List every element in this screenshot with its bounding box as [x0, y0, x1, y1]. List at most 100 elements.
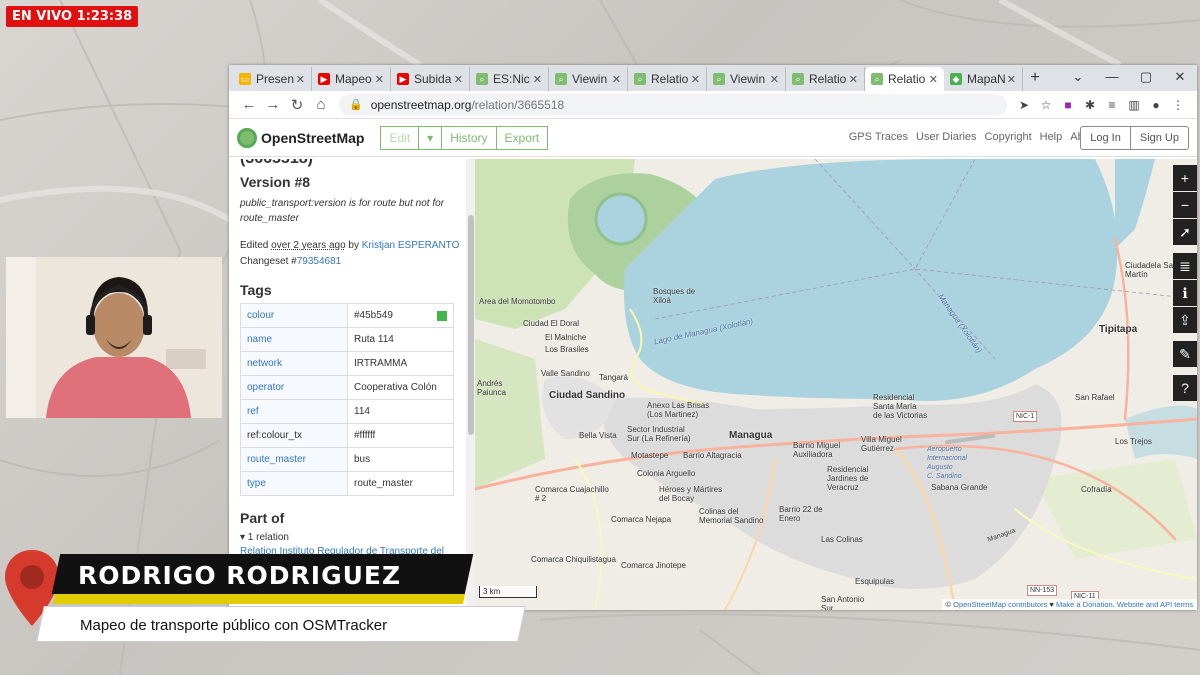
editor-link[interactable]: Kristjan ESPERANTO	[362, 240, 460, 251]
tab-10[interactable]: ◆ MapaN ✕	[944, 67, 1023, 91]
relation-count-toggle[interactable]: ▾ 1 relation	[240, 532, 475, 543]
export-button[interactable]: Export	[495, 125, 549, 150]
share-icon[interactable]: ⇪	[1173, 307, 1197, 333]
tag-key[interactable]: name	[240, 327, 348, 352]
puzzle-icon[interactable]: ✱	[1079, 98, 1101, 112]
colour-swatch	[437, 311, 447, 321]
profile-icon[interactable]: ●	[1145, 98, 1167, 112]
signup-button[interactable]: Sign Up	[1129, 126, 1189, 150]
map-label: Colonia Arguello	[637, 469, 696, 478]
locate-icon[interactable]: ➚	[1173, 219, 1197, 245]
map-label: Comarca Cuajachillo # 2	[535, 485, 609, 503]
osm-logo[interactable]: OpenStreetMap	[237, 127, 364, 148]
tab-8[interactable]: ⌕ Relatio ✕	[786, 67, 865, 91]
tab-6[interactable]: ⌕ Relatio ✕	[628, 67, 707, 91]
layers-icon[interactable]: ≣	[1173, 253, 1197, 279]
tab-9-active[interactable]: ⌕ Relatio ✕	[865, 67, 944, 91]
media-icon[interactable]: ≡	[1101, 98, 1123, 112]
close-icon[interactable]: ✕	[296, 73, 305, 86]
changeset-link[interactable]: 79354681	[297, 256, 342, 267]
osm-icon: ⌕	[713, 73, 725, 85]
new-tab-button[interactable]: +	[1023, 67, 1047, 91]
forward-icon[interactable]: →	[261, 96, 285, 113]
extension-badge-icon[interactable]: ■	[1057, 98, 1079, 112]
close-icon[interactable]: ✕	[849, 73, 858, 86]
link-gps-traces[interactable]: GPS Traces	[849, 131, 908, 143]
close-window-icon[interactable]: ✕	[1163, 65, 1197, 89]
relation-sidebar: (3665518) Version #8 public_transport:ve…	[229, 159, 475, 610]
map-label: Villa Miguel Gutiérrez	[861, 435, 902, 453]
map-label: Tangará	[599, 373, 628, 382]
tag-key[interactable]: type	[240, 471, 348, 496]
tag-key[interactable]: operator	[240, 375, 348, 400]
tag-row: colour #45b549	[240, 303, 454, 328]
version-heading: Version #8	[240, 174, 311, 190]
zoom-in-button[interactable]: +	[1173, 165, 1197, 191]
lock-icon: 🔒	[349, 99, 363, 111]
query-icon[interactable]: ?	[1173, 375, 1197, 401]
attr-terms-link[interactable]: Website and API terms	[1117, 600, 1193, 609]
tab-7[interactable]: ⌕ Viewin ✕	[707, 67, 786, 91]
close-icon[interactable]: ✕	[612, 73, 621, 86]
sidepanel-icon[interactable]: ▥	[1123, 98, 1145, 112]
link-help[interactable]: Help	[1040, 131, 1063, 143]
close-icon[interactable]: ✕	[929, 73, 938, 86]
tab-5[interactable]: ⌕ Viewin ✕	[549, 67, 628, 91]
scrollbar-thumb[interactable]	[468, 215, 474, 435]
chevron-down-icon[interactable]: ⌄	[1061, 65, 1095, 89]
link-copyright[interactable]: Copyright	[985, 131, 1032, 143]
tag-row: route_master bus	[240, 447, 454, 472]
lower-third-overlay: RODRIGO RODRIGUEZ Mapeo de transporte pú…	[0, 544, 530, 675]
attr-osm-link[interactable]: OpenStreetMap contributors	[953, 600, 1047, 609]
tab-4[interactable]: ⌕ ES:Nic ✕	[470, 67, 549, 91]
reload-icon[interactable]: ↻	[285, 96, 309, 114]
attr-prefix: ©	[945, 600, 954, 609]
tab-label: MapaN	[967, 72, 1005, 86]
map-label: Barrio Altagracia	[683, 451, 742, 460]
attr-donate-link[interactable]: Make a Donation	[1056, 600, 1113, 609]
close-icon[interactable]: ✕	[454, 73, 463, 86]
map-label: Ciudad Sandino	[549, 390, 626, 401]
tag-key[interactable]: colour	[240, 303, 348, 328]
home-icon[interactable]: ⌂	[309, 96, 333, 113]
sidebar-scrollbar[interactable]	[466, 159, 475, 610]
map-label: Comarca Jinotepe	[621, 561, 686, 570]
edit-dropdown-button[interactable]: ▾	[418, 125, 442, 150]
close-icon[interactable]: ✕	[770, 73, 779, 86]
info-icon[interactable]: ℹ	[1173, 280, 1197, 306]
map-label: Sector Industrial Sur (La Refinería)	[627, 425, 691, 443]
login-button[interactable]: Log In	[1080, 126, 1130, 150]
tab-3[interactable]: ▶ Subida ✕	[391, 67, 470, 91]
tab-2[interactable]: ▶ Mapeo ✕	[312, 67, 391, 91]
map-label: Residencial Jardines de Veracruz	[827, 465, 869, 492]
map-view[interactable]: Area del Momotombo Bosques de Xiloá Lago…	[475, 159, 1197, 610]
minimize-icon[interactable]: —	[1095, 65, 1129, 89]
link-user-diaries[interactable]: User Diaries	[916, 131, 977, 143]
close-icon[interactable]: ✕	[1007, 73, 1016, 86]
tag-key[interactable]: ref	[240, 399, 348, 424]
star-icon[interactable]: ☆	[1035, 98, 1057, 112]
close-icon[interactable]: ✕	[533, 73, 542, 86]
tag-key[interactable]: network	[240, 351, 348, 376]
close-icon[interactable]: ✕	[691, 73, 700, 86]
map-label: Las Colinas	[821, 535, 863, 544]
tag-value-text: Cooperativa Colón	[354, 382, 437, 393]
edited-time: over 2 years ago	[271, 240, 346, 251]
edited-by: by	[345, 240, 362, 251]
url-input[interactable]: 🔒 openstreetmap.org/relation/3665518	[339, 93, 1007, 116]
history-button[interactable]: History	[441, 125, 496, 150]
maximize-icon[interactable]: ▢	[1129, 65, 1163, 89]
zoom-out-button[interactable]: −	[1173, 192, 1197, 218]
road-shield: NIC-1	[1013, 411, 1038, 422]
close-icon[interactable]: ✕	[375, 73, 384, 86]
menu-icon[interactable]: ⋮	[1167, 98, 1189, 112]
tab-1[interactable]: ▭ Presen ✕	[233, 67, 312, 91]
header-links: GPS Traces User Diaries Copyright Help A…	[849, 131, 1099, 143]
edit-button[interactable]: Edit	[380, 125, 419, 150]
note-icon[interactable]: ✎	[1173, 341, 1197, 367]
send-icon[interactable]: ➤	[1013, 98, 1035, 112]
tag-key[interactable]: route_master	[240, 447, 348, 472]
back-icon[interactable]: ←	[237, 96, 261, 113]
tab-label: Subida	[414, 72, 452, 86]
map-label: Residencial Santa María de las Victorias	[873, 393, 928, 420]
